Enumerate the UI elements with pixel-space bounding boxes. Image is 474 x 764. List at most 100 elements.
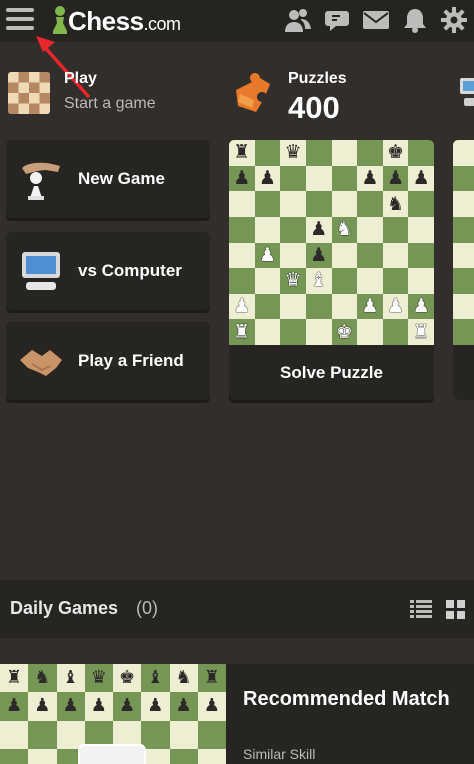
puzzle-square[interactable]: ♞: [331, 216, 358, 243]
puzzle-square[interactable]: ♟: [357, 293, 383, 320]
black-rook-icon[interactable]: ♜: [233, 143, 250, 162]
puzzle-square[interactable]: [357, 140, 383, 166]
puzzle-square[interactable]: ♚: [331, 319, 358, 345]
puzzle-square[interactable]: ♟: [254, 242, 281, 269]
puzzle-square[interactable]: [280, 242, 306, 269]
black-knight-icon[interactable]: ♞: [387, 194, 404, 214]
black-pawn-icon[interactable]: ♟: [387, 168, 404, 188]
play-friend-card[interactable]: Play a Friend: [6, 322, 210, 400]
puzzle-square[interactable]: [254, 268, 281, 294]
recommended-match-card[interactable]: ♜ ♞ ♝ ♛ ♚ ♝ ♞ ♜ ♟ ♟ ♟ ♟ ♟ ♟ ♟ ♟ Recommended Match Simil…: [0, 664, 474, 764]
puzzle-square[interactable]: ♟: [408, 165, 434, 192]
puzzle-square[interactable]: [229, 268, 255, 294]
white-knight-icon[interactable]: ♞: [336, 220, 353, 239]
puzzle-square[interactable]: [357, 268, 383, 294]
recommended-square[interactable]: ♟: [28, 692, 57, 721]
puzzle-square[interactable]: [382, 242, 409, 269]
recommended-square[interactable]: [0, 748, 29, 764]
puzzle-square[interactable]: ♟: [382, 165, 409, 192]
puzzle-square[interactable]: [280, 293, 306, 320]
black-king-icon[interactable]: ♚: [119, 669, 135, 687]
puzzle-square[interactable]: [254, 319, 281, 345]
puzzle-square[interactable]: [305, 191, 332, 217]
puzzle-square[interactable]: ♟: [408, 293, 434, 320]
puzzle-square[interactable]: ♟: [254, 165, 281, 192]
recommended-square[interactable]: ♟: [56, 692, 85, 721]
puzzle-square[interactable]: [331, 268, 358, 294]
list-view-icon[interactable]: [410, 600, 432, 618]
black-pawn-icon[interactable]: ♟: [34, 697, 50, 715]
puzzle-square[interactable]: ♜: [408, 319, 434, 345]
recommended-square[interactable]: ♚: [113, 664, 142, 693]
black-pawn-icon[interactable]: ♟: [310, 220, 327, 239]
puzzle-square[interactable]: [408, 242, 434, 269]
puzzle-square[interactable]: ♜: [229, 319, 255, 345]
puzzle-square[interactable]: [280, 216, 306, 243]
black-pawn-icon[interactable]: ♟: [119, 697, 135, 715]
recommended-square[interactable]: ♟: [113, 692, 142, 721]
black-pawn-icon[interactable]: ♟: [91, 697, 107, 715]
white-king-icon[interactable]: ♚: [336, 322, 353, 342]
puzzle-square[interactable]: [357, 191, 383, 217]
puzzle-square[interactable]: [382, 216, 409, 243]
black-pawn-icon[interactable]: ♟: [361, 168, 378, 188]
puzzle-square[interactable]: ♟: [229, 165, 255, 192]
white-pawn-icon[interactable]: ♟: [259, 245, 276, 265]
recommended-square[interactable]: ♝: [56, 664, 85, 693]
vs-computer-card[interactable]: vs Computer: [6, 232, 210, 310]
black-queen-icon[interactable]: ♛: [91, 669, 107, 687]
puzzle-board[interactable]: ♜ ♛ ♚ ♟ ♟ ♟ ♟ ♟ ♞ ♟ ♞ ♟ ♟ ♛ ♝ ♟ ♟ ♟ ♟ ♜ ♚ ♜: [229, 140, 434, 345]
recommended-square[interactable]: ♟: [0, 692, 29, 721]
grid-view-icon[interactable]: [446, 600, 466, 620]
chess-logo[interactable]: Chess.com: [68, 6, 181, 37]
puzzle-square[interactable]: [254, 140, 281, 166]
play-title[interactable]: Play: [64, 70, 97, 88]
puzzle-square[interactable]: ♛: [280, 268, 306, 294]
chat-icon[interactable]: [323, 6, 351, 34]
puzzle-square[interactable]: [331, 140, 358, 166]
puzzle-square[interactable]: [382, 319, 409, 345]
white-pawn-icon[interactable]: ♟: [413, 297, 430, 316]
puzzle-square[interactable]: ♚: [382, 140, 409, 166]
puzzle-square[interactable]: ♞: [382, 191, 409, 217]
friends-icon[interactable]: [284, 6, 312, 34]
black-king-icon[interactable]: ♚: [387, 143, 404, 162]
recommended-square[interactable]: ♞: [169, 664, 198, 693]
puzzles-title[interactable]: Puzzles: [288, 70, 347, 88]
puzzle-square[interactable]: [305, 140, 332, 166]
puzzle-square[interactable]: [305, 165, 332, 192]
white-pawn-icon[interactable]: ♟: [387, 297, 404, 316]
recommended-square[interactable]: [141, 720, 170, 749]
white-rook-icon[interactable]: ♜: [413, 322, 430, 342]
white-pawn-icon[interactable]: ♟: [361, 297, 378, 316]
puzzle-square[interactable]: [280, 319, 306, 345]
recommended-square[interactable]: [169, 748, 198, 764]
puzzle-square[interactable]: [305, 319, 332, 345]
recommended-square[interactable]: ♟: [197, 692, 226, 721]
puzzle-square[interactable]: [280, 165, 306, 192]
recommended-square[interactable]: [28, 720, 57, 749]
play-board-icon[interactable]: [8, 72, 50, 114]
black-pawn-icon[interactable]: ♟: [6, 697, 22, 715]
puzzle-square[interactable]: [357, 242, 383, 269]
puzzle-square[interactable]: [254, 191, 281, 217]
white-bishop-icon[interactable]: ♝: [310, 271, 327, 290]
recommended-square[interactable]: [169, 720, 198, 749]
puzzle-square[interactable]: [357, 216, 383, 243]
puzzle-square[interactable]: ♟: [305, 216, 332, 243]
puzzle-square[interactable]: ♟: [382, 293, 409, 320]
puzzle-square[interactable]: [408, 140, 434, 166]
mail-icon[interactable]: [362, 6, 390, 34]
recommended-square[interactable]: [28, 748, 57, 764]
recommended-square[interactable]: [197, 720, 226, 749]
new-game-card[interactable]: New Game: [6, 140, 210, 218]
puzzle-square[interactable]: [229, 242, 255, 269]
puzzle-square[interactable]: [229, 191, 255, 217]
black-rook-icon[interactable]: ♜: [204, 669, 220, 687]
puzzle-square[interactable]: [357, 319, 383, 345]
recommended-square[interactable]: [0, 720, 29, 749]
puzzle-square[interactable]: ♟: [229, 293, 255, 320]
puzzle-square[interactable]: [280, 191, 306, 217]
black-pawn-icon[interactable]: ♟: [259, 168, 276, 188]
black-pawn-icon[interactable]: ♟: [204, 697, 220, 715]
